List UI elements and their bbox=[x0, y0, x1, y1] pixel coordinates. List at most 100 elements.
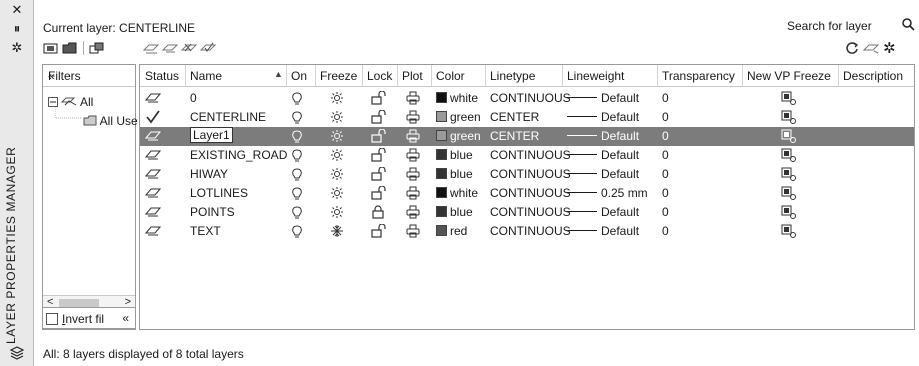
collapse-node-icon[interactable] bbox=[48, 97, 58, 107]
padlock-unlocked-icon[interactable] bbox=[371, 223, 386, 238]
new-group-filter-icon[interactable] bbox=[62, 41, 78, 55]
printer-plot-icon[interactable] bbox=[406, 167, 420, 181]
column-divider[interactable] bbox=[562, 65, 563, 87]
printer-plot-icon[interactable] bbox=[406, 129, 420, 143]
new-property-filter-icon[interactable] bbox=[43, 41, 59, 55]
sun-thawed-icon[interactable] bbox=[330, 91, 344, 105]
layer-lineweight[interactable]: Default bbox=[567, 91, 639, 105]
column-header-color[interactable]: Color bbox=[436, 69, 465, 83]
new-layer-icon[interactable] bbox=[142, 41, 160, 55]
layer-row-points[interactable]: POINTS blue CONTINUOUS Default 0 bbox=[140, 203, 914, 222]
layer-color[interactable]: blue bbox=[436, 167, 473, 181]
column-header-lock[interactable]: Lock bbox=[367, 69, 392, 83]
column-header-name[interactable]: Name bbox=[190, 69, 222, 83]
layer-linetype[interactable]: CONTINUOUS bbox=[490, 186, 571, 200]
column-header-status[interactable]: Status bbox=[145, 69, 179, 83]
layer-transparency[interactable]: 0 bbox=[662, 167, 669, 181]
layer-row-lotlines[interactable]: LOTLINES white CONTINUOUS 0.25 mm 0 bbox=[140, 184, 914, 203]
set-current-icon[interactable] bbox=[199, 41, 217, 55]
column-divider[interactable] bbox=[362, 65, 363, 87]
layer-lineweight[interactable]: 0.25 mm bbox=[567, 186, 648, 200]
layer-transparency[interactable]: 0 bbox=[662, 224, 669, 238]
layer-row-hiway[interactable]: HIWAY blue CONTINUOUS Default 0 bbox=[140, 165, 914, 184]
new-vp-freeze-icon[interactable] bbox=[781, 205, 796, 219]
printer-plot-icon[interactable] bbox=[406, 110, 420, 124]
new-vp-freeze-icon[interactable] bbox=[781, 91, 796, 105]
layer-name[interactable]: 0 bbox=[190, 91, 197, 105]
lightbulb-on-icon[interactable] bbox=[291, 167, 305, 181]
layer-transparency[interactable]: 0 bbox=[662, 148, 669, 162]
column-divider[interactable] bbox=[315, 65, 316, 87]
layer-states-manager-icon[interactable] bbox=[89, 41, 105, 55]
printer-plot-icon[interactable] bbox=[406, 148, 420, 162]
settings-gear-icon[interactable]: ✲ bbox=[883, 39, 896, 57]
layer-name[interactable]: TEXT bbox=[190, 224, 221, 238]
layer-color[interactable]: red bbox=[436, 224, 467, 238]
delete-layer-icon[interactable] bbox=[180, 41, 198, 55]
padlock-unlocked-icon[interactable] bbox=[371, 147, 386, 162]
layer-lineweight[interactable]: Default bbox=[567, 205, 639, 219]
new-vp-freeze-icon[interactable] bbox=[781, 224, 796, 238]
printer-plot-icon[interactable] bbox=[406, 186, 420, 200]
layer-transparency[interactable]: 0 bbox=[662, 186, 669, 200]
column-header-new-vp-freeze[interactable]: New VP Freeze bbox=[747, 69, 831, 83]
padlock-unlocked-icon[interactable] bbox=[371, 185, 386, 200]
layer-linetype[interactable]: CONTINUOUS bbox=[490, 91, 571, 105]
lightbulb-on-icon[interactable] bbox=[291, 224, 305, 238]
printer-plot-icon[interactable] bbox=[406, 91, 420, 105]
column-divider[interactable] bbox=[286, 65, 287, 87]
layer-status-icon[interactable] bbox=[144, 224, 162, 238]
layer-linetype[interactable]: CENTER bbox=[490, 110, 539, 124]
column-divider[interactable] bbox=[185, 65, 186, 87]
sun-thawed-icon[interactable] bbox=[330, 148, 344, 162]
invert-collapse-button[interactable]: « bbox=[122, 311, 129, 325]
layer-name[interactable]: POINTS bbox=[190, 205, 235, 219]
layer-linetype[interactable]: CENTER bbox=[490, 129, 539, 143]
sun-thawed-icon[interactable] bbox=[330, 110, 344, 124]
layer-transparency[interactable]: 0 bbox=[662, 205, 669, 219]
layer-linetype[interactable]: CONTINUOUS bbox=[490, 224, 571, 238]
search-icon[interactable] bbox=[901, 17, 915, 31]
collapse-filter-button[interactable]: « bbox=[48, 69, 129, 83]
column-divider[interactable] bbox=[657, 65, 658, 87]
sun-thawed-icon[interactable] bbox=[330, 167, 344, 181]
layer-name-edit-field[interactable]: Layer1 bbox=[190, 127, 233, 143]
column-header-freeze[interactable]: Freeze bbox=[320, 69, 357, 83]
padlock-unlocked-icon[interactable] bbox=[371, 128, 386, 143]
layer-row-layer1[interactable]: Layer1 green CENTER Default 0 bbox=[140, 127, 914, 146]
layer-name[interactable]: EXISTING_ROAD bbox=[190, 148, 287, 162]
lightbulb-on-icon[interactable] bbox=[291, 110, 305, 124]
search-input[interactable]: Search for layer bbox=[787, 19, 872, 33]
sun-thawed-icon[interactable] bbox=[330, 129, 344, 143]
column-divider[interactable] bbox=[838, 65, 839, 87]
column-header-description[interactable]: Description bbox=[843, 69, 903, 83]
layer-name[interactable]: HIWAY bbox=[190, 167, 228, 181]
column-divider[interactable] bbox=[742, 65, 743, 87]
layer-linetype[interactable]: CONTINUOUS bbox=[490, 167, 571, 181]
layer-lineweight[interactable]: Default bbox=[567, 224, 639, 238]
column-divider[interactable] bbox=[397, 65, 398, 87]
tree-node-all-used[interactable]: All Use bbox=[83, 114, 138, 128]
printer-plot-icon[interactable] bbox=[406, 205, 420, 219]
current-layer-check-icon[interactable] bbox=[145, 110, 160, 124]
layer-linetype[interactable]: CONTINUOUS bbox=[490, 205, 571, 219]
layer-status-icon[interactable] bbox=[144, 167, 162, 181]
layer-lineweight[interactable]: Default bbox=[567, 148, 639, 162]
padlock-locked-icon[interactable] bbox=[371, 205, 385, 219]
layer-lineweight[interactable]: Default bbox=[567, 129, 639, 143]
properties-gear-icon[interactable]: ✲ bbox=[9, 40, 25, 56]
invert-filter-checkbox[interactable] bbox=[46, 313, 58, 325]
layer-color[interactable]: blue bbox=[436, 205, 473, 219]
new-vp-freeze-icon[interactable] bbox=[781, 148, 796, 162]
layer-status-icon[interactable] bbox=[144, 205, 162, 219]
padlock-unlocked-icon[interactable] bbox=[371, 90, 386, 105]
lightbulb-on-icon[interactable] bbox=[291, 205, 305, 219]
column-header-transparency[interactable]: Transparency bbox=[662, 69, 735, 83]
lightbulb-on-icon[interactable] bbox=[291, 129, 305, 143]
layer-row-existing_road[interactable]: EXISTING_ROAD blue CONTINUOUS Default 0 bbox=[140, 146, 914, 165]
layer-status-icon[interactable] bbox=[144, 129, 162, 143]
column-divider[interactable] bbox=[431, 65, 432, 87]
layer-lineweight[interactable]: Default bbox=[567, 167, 639, 181]
new-vp-freeze-icon[interactable] bbox=[781, 129, 796, 143]
new-vp-freeze-icon[interactable] bbox=[781, 186, 796, 200]
